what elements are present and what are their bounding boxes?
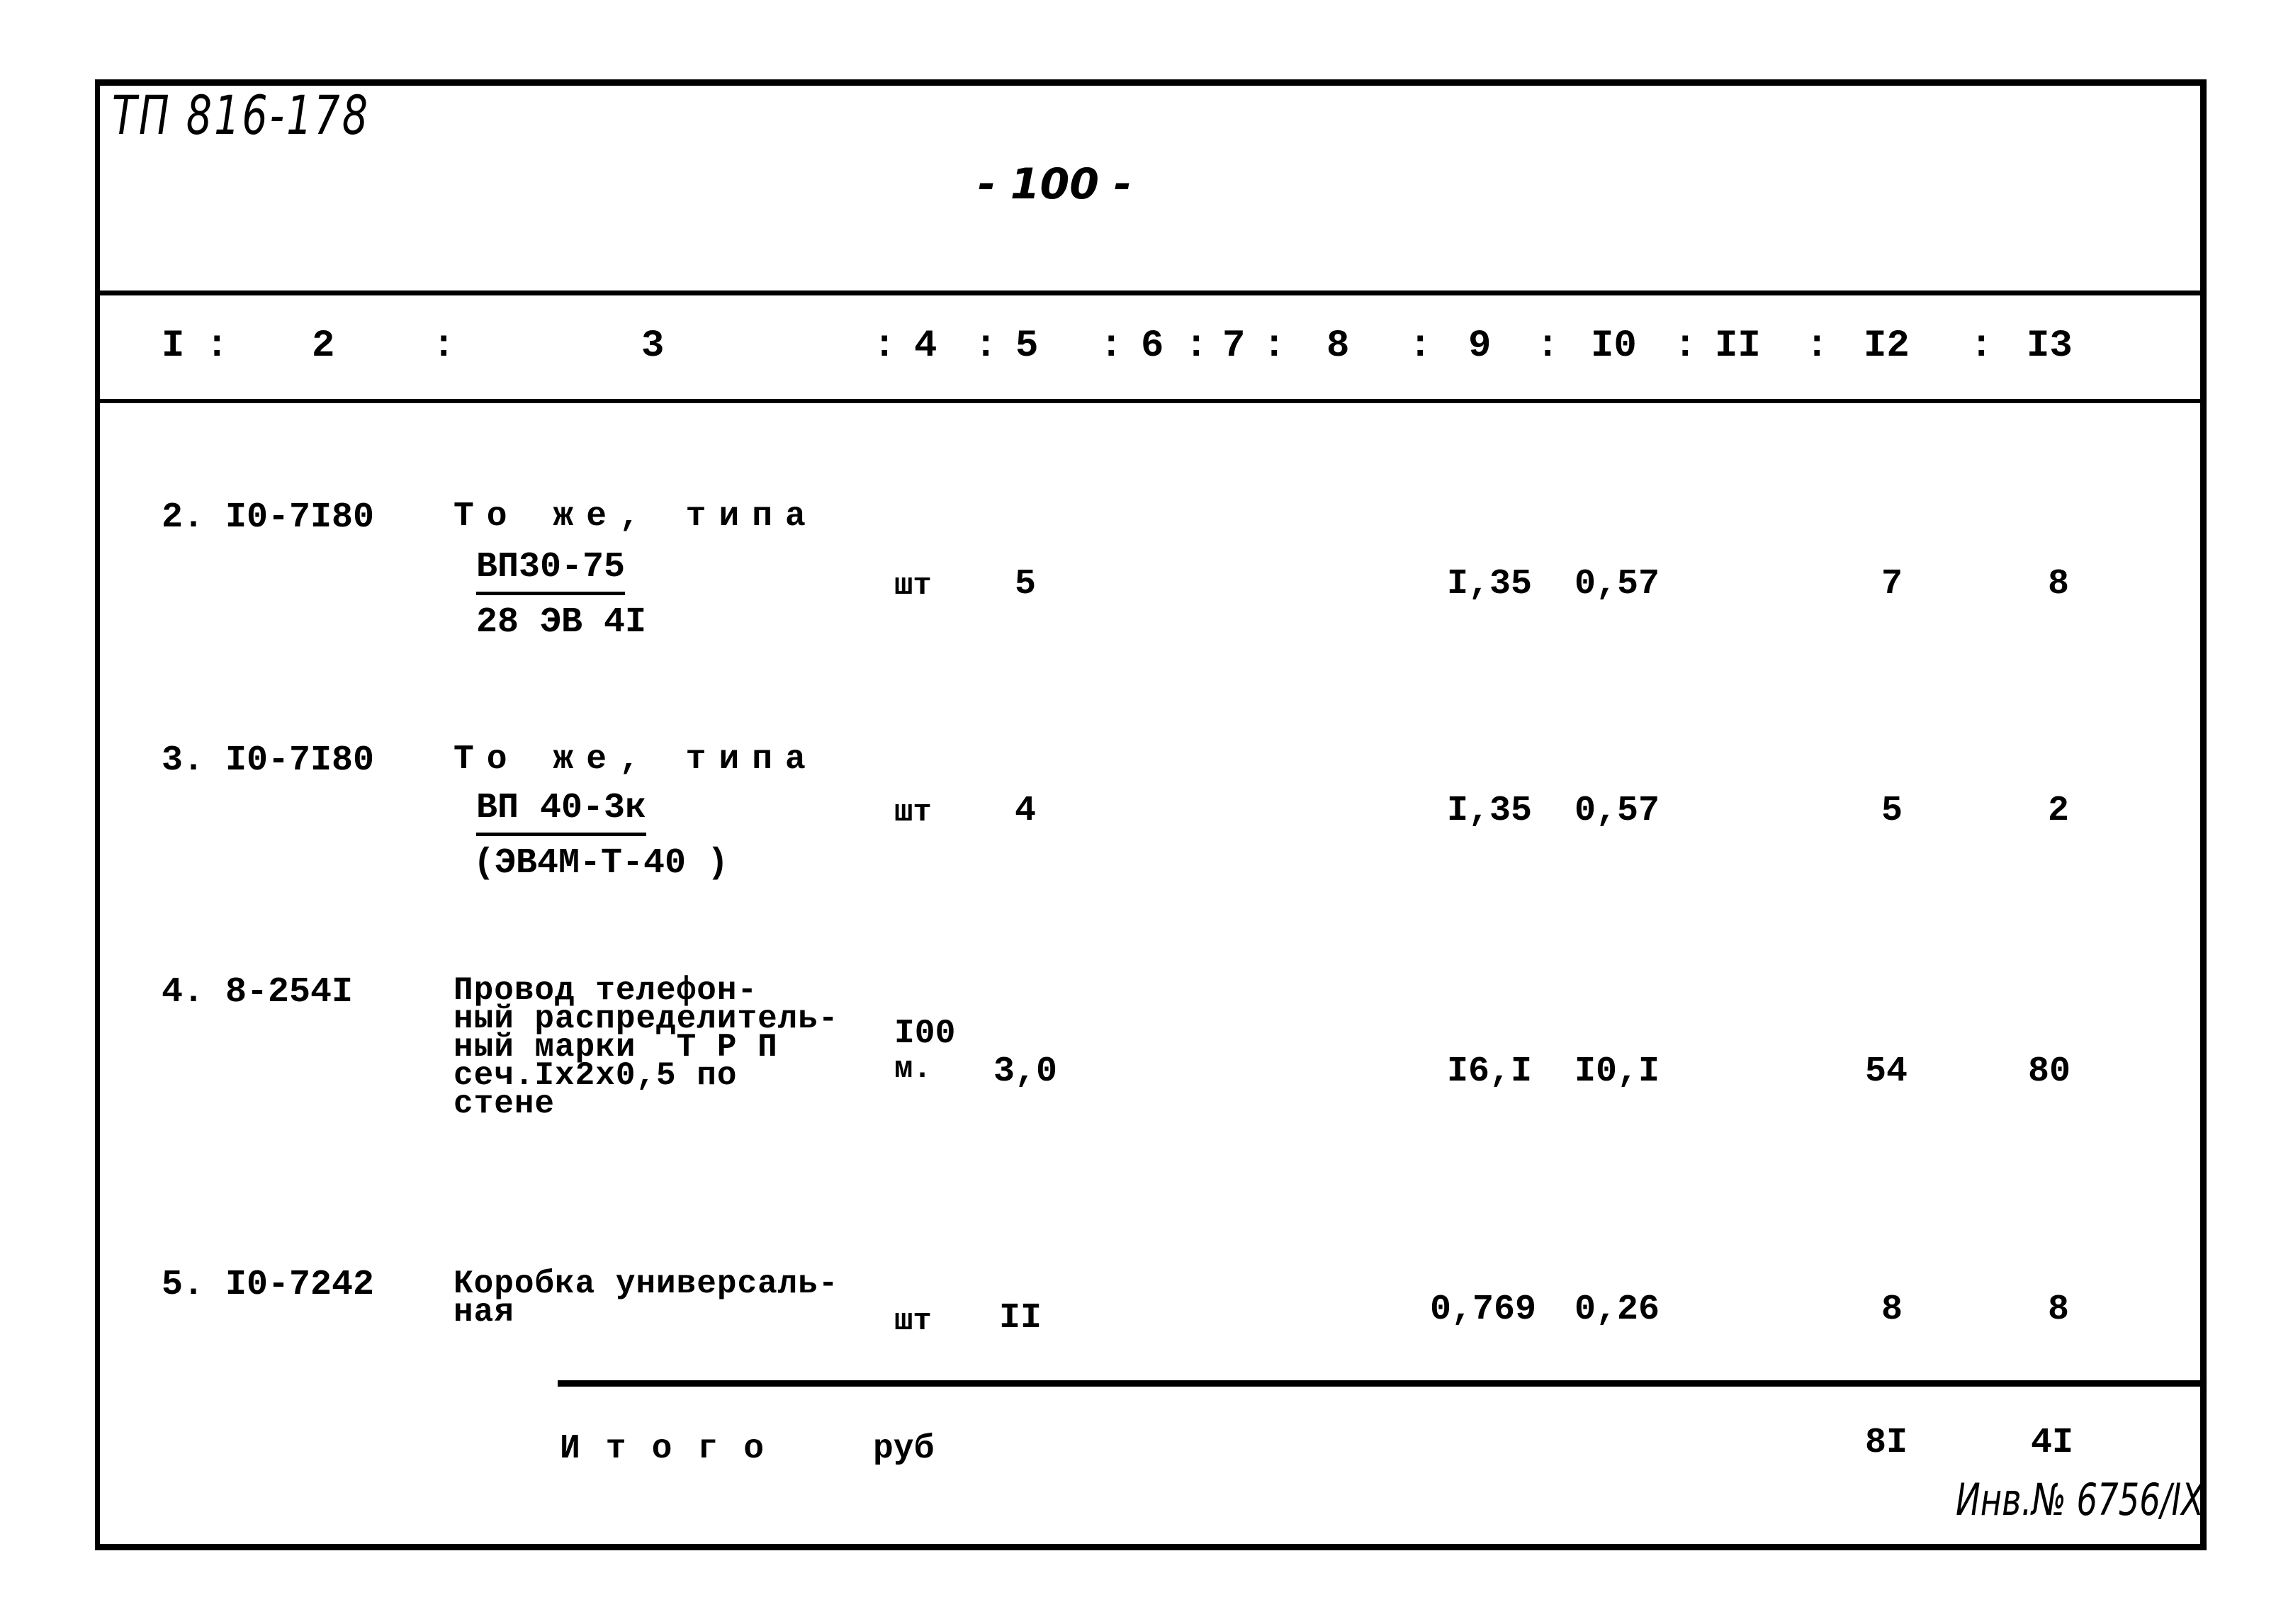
column-separator: : (1674, 325, 1697, 368)
col10-value: 0,57 (1574, 791, 1660, 831)
column-separator: : (205, 325, 229, 368)
item-description-line: стене (453, 1086, 556, 1122)
column-separator: : (1536, 325, 1560, 368)
price-code: I0-7242 (225, 1265, 375, 1305)
column-number: 3 (641, 325, 665, 368)
col10-value: I0,I (1574, 1051, 1660, 1092)
inventory-stamp: Инв.№ 6756/IX (1956, 1474, 2204, 1526)
col9-value: I6,I (1447, 1051, 1533, 1092)
total-label: Итого (560, 1430, 790, 1468)
column-number: 2 (312, 325, 335, 368)
row-number: 3. (162, 740, 205, 781)
column-separator: : (1263, 325, 1286, 368)
document-code: ТП 816-178 (112, 84, 370, 147)
col13-value: 8 (2048, 1290, 2070, 1330)
total-unit: руб (873, 1430, 935, 1468)
quantity: II (999, 1298, 1042, 1338)
item-subtype: (ЭВ4М-Т-40 ) (473, 843, 729, 884)
column-number: I (162, 325, 185, 368)
col13-value: 2 (2048, 791, 2070, 831)
quantity: 5 (1015, 564, 1037, 604)
column-separator: : (432, 325, 456, 368)
col12-value: 7 (1881, 564, 1903, 604)
item-type: ВП30-75 (476, 547, 626, 595)
col13-value: 8 (2048, 564, 2070, 604)
col12-value: 8 (1881, 1290, 1903, 1330)
unit: шт (894, 1304, 932, 1339)
item-subtype: 28 ЭВ 4I (476, 602, 647, 643)
price-code: I0-7I80 (225, 497, 375, 538)
column-separator: : (1409, 325, 1432, 368)
unit: шт (894, 568, 932, 604)
column-number: 8 (1326, 325, 1350, 368)
quantity: 4 (1015, 791, 1037, 831)
total-col13: 4I (2031, 1423, 2074, 1463)
column-number: II (1715, 325, 1761, 368)
header-divider (100, 291, 2202, 295)
unit-multiplier: I00 (894, 1015, 956, 1053)
column-separator: : (1970, 325, 1993, 368)
price-code: 8-254I (225, 972, 354, 1013)
col9-value: 0,769 (1430, 1290, 1537, 1330)
quantity: 3,0 (993, 1051, 1058, 1092)
column-separator: : (873, 325, 896, 368)
column-number: 5 (1015, 325, 1039, 368)
col10-value: 0,26 (1574, 1290, 1660, 1330)
row-number: 5. (162, 1265, 205, 1305)
row-number: 2. (162, 497, 205, 538)
page-number: - 100 - (978, 159, 1132, 209)
column-separator: : (1805, 325, 1829, 368)
col9-value: I,35 (1447, 791, 1533, 831)
row-number: 4. (162, 972, 205, 1013)
col12-value: 54 (1865, 1051, 1908, 1092)
col12-value: 5 (1881, 791, 1903, 831)
price-code: I0-7I80 (225, 740, 375, 781)
column-separator: : (1185, 325, 1208, 368)
unit: шт (894, 795, 932, 830)
col10-value: 0,57 (1574, 564, 1660, 604)
column-separator: : (974, 325, 998, 368)
item-description-line: ная (453, 1294, 514, 1331)
col13-value: 80 (2028, 1051, 2071, 1092)
column-number: I2 (1864, 325, 1910, 368)
item-description: То же, типа (453, 740, 818, 779)
col9-value: I,35 (1447, 564, 1533, 604)
total-divider (558, 1380, 2202, 1387)
unit: м. (894, 1051, 932, 1087)
column-header-divider (100, 399, 2202, 403)
item-description: То же, типа (453, 497, 818, 536)
column-number: 6 (1141, 325, 1164, 368)
item-type: ВП 40-3к (476, 788, 647, 836)
column-number: I3 (2027, 325, 2073, 368)
total-col12: 8I (1865, 1423, 1908, 1463)
column-number: 4 (914, 325, 937, 368)
column-number: 9 (1468, 325, 1492, 368)
column-separator: : (1100, 325, 1123, 368)
column-number: I0 (1591, 325, 1637, 368)
column-number: 7 (1222, 325, 1246, 368)
